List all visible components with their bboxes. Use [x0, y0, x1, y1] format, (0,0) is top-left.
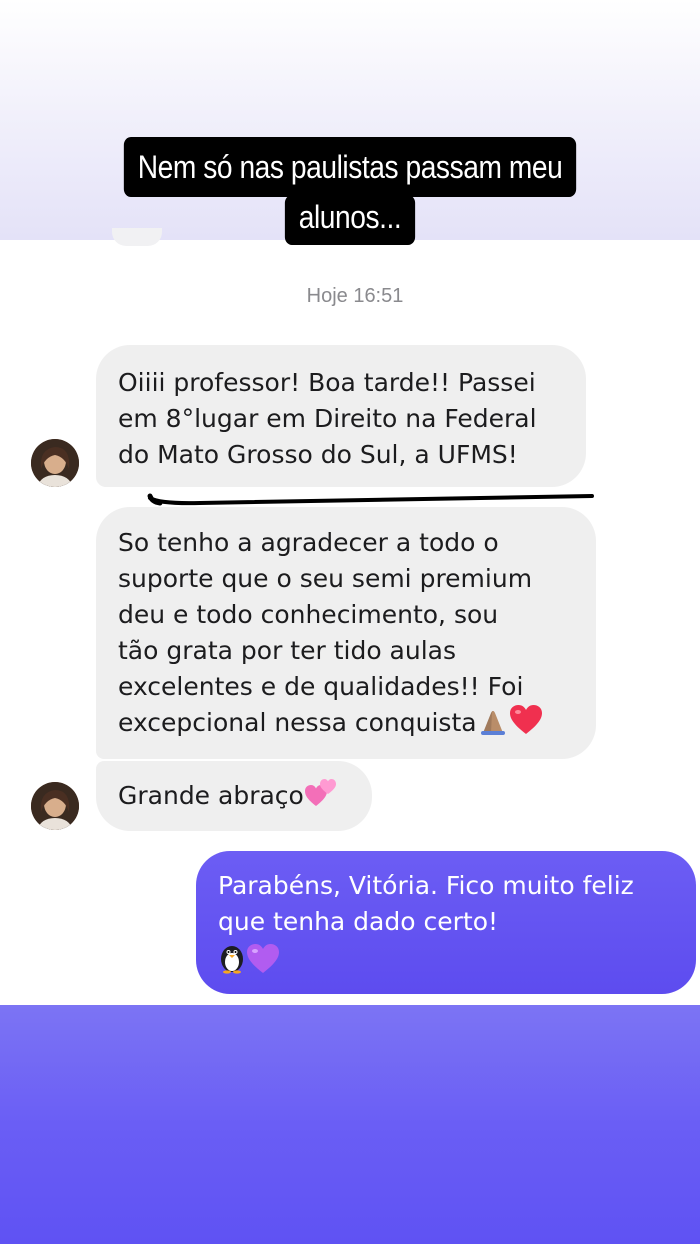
sender-avatar[interactable]	[31, 782, 79, 830]
story-caption: Nem só nas paulistas passam meu alunos..…	[42, 137, 658, 245]
incoming-message-bubble[interactable]: Oiiii professor! Boa tarde!! Passei em 8…	[96, 345, 586, 487]
emoji-row	[218, 942, 674, 984]
message-text: Oiiii professor! Boa tarde!! Passei em 8…	[118, 368, 537, 469]
outgoing-message-bubble[interactable]: Parabéns, Vitória. Fico muito feliz que …	[196, 851, 696, 994]
message-timestamp: Hoje 16:51	[306, 285, 404, 307]
praying-hands-icon	[477, 705, 509, 745]
incoming-message-bubble[interactable]: Grande abraço	[96, 761, 372, 831]
purple-heart-icon	[246, 944, 280, 984]
caption-line-1: Nem só nas paulistas passam meu	[123, 137, 577, 197]
message-text: Parabéns, Vitória. Fico muito feliz que …	[218, 871, 634, 936]
penguin-icon	[218, 942, 246, 984]
message-text: Grande abraço	[118, 778, 350, 818]
sender-avatar[interactable]	[31, 439, 79, 487]
red-heart-icon	[509, 705, 543, 745]
incoming-message-bubble[interactable]: So tenho a agradecer a todo o suporte qu…	[96, 507, 596, 759]
message-text: So tenho a agradecer a todo o suporte qu…	[118, 525, 574, 745]
two-hearts-icon	[304, 778, 338, 818]
story-bottom-background	[0, 1005, 700, 1244]
caption-line-2: alunos...	[284, 195, 416, 245]
